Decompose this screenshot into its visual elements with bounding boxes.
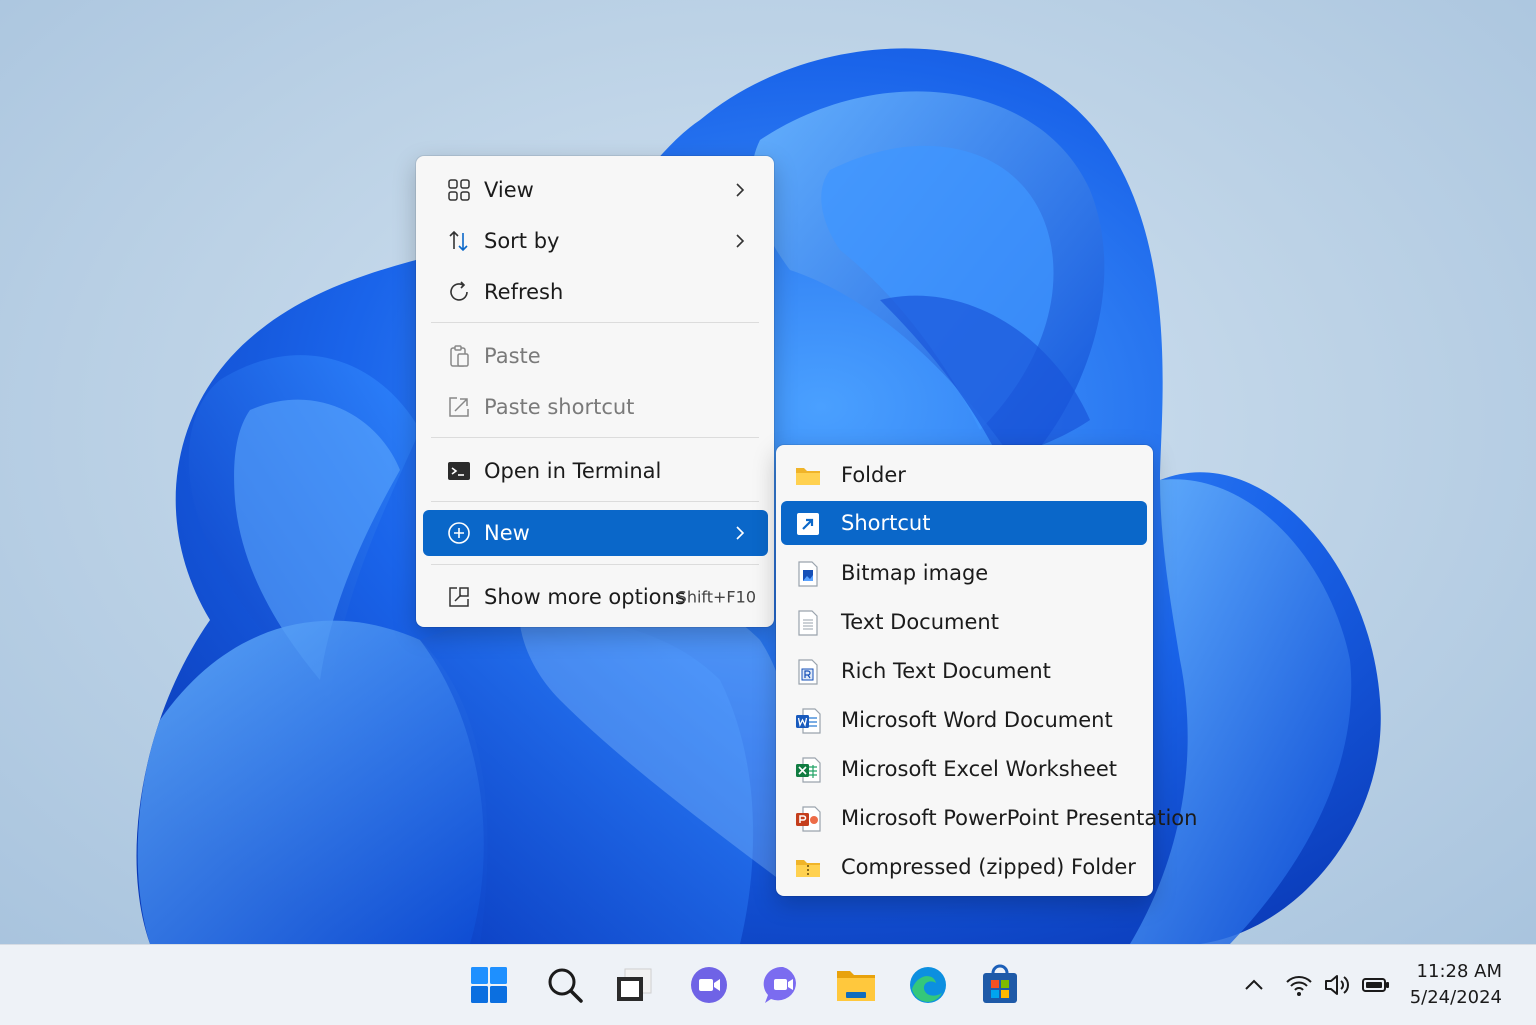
submenu-item-powerpoint-presentation[interactable]: Microsoft PowerPoint Presentation <box>781 796 1197 840</box>
menu-item-paste-shortcut[interactable]: Paste shortcut <box>423 384 768 430</box>
submenu-item-excel-worksheet[interactable]: Microsoft Excel Worksheet <box>781 747 1147 791</box>
chat-icon[interactable] <box>761 963 805 1007</box>
menu-separator <box>431 501 759 502</box>
folder-icon <box>796 468 820 485</box>
task-view-icon[interactable] <box>611 963 655 1007</box>
file-explorer-icon[interactable] <box>834 963 878 1007</box>
chevron-right-icon <box>736 183 745 197</box>
keyboard-shortcut: Shift+F10 <box>676 587 756 607</box>
terminal-icon <box>448 462 470 480</box>
word-icon <box>796 708 821 734</box>
paste-shortcut-icon <box>449 397 469 417</box>
view-grid-icon <box>448 179 470 201</box>
submenu-item-label: Bitmap image <box>841 561 989 585</box>
submenu-item-text-document[interactable]: Text Document <box>781 600 1147 644</box>
chevron-right-icon <box>736 234 745 248</box>
volume-icon[interactable] <box>1323 971 1351 999</box>
menu-item-view[interactable]: View <box>423 167 768 213</box>
submenu-item-label: Rich Text Document <box>841 659 1051 683</box>
menu-item-refresh[interactable]: Refresh <box>423 269 768 315</box>
search-icon[interactable] <box>543 963 587 1007</box>
submenu-item-label: Compressed (zipped) Folder <box>841 855 1136 879</box>
zip-folder-icon <box>796 860 820 877</box>
start-icon[interactable] <box>467 963 511 1007</box>
paste-icon <box>450 345 469 367</box>
wifi-icon[interactable] <box>1285 971 1313 999</box>
taskbar: 11:28 AM 5/24/2024 <box>0 944 1536 1025</box>
text-document-icon <box>798 610 818 636</box>
rich-text-icon <box>798 659 818 685</box>
menu-item-label: View <box>484 178 534 202</box>
menu-item-sort-by[interactable]: Sort by <box>423 218 768 264</box>
menu-item-show-more-options[interactable]: Show more options Shift+F10 <box>423 574 768 620</box>
submenu-item-word-document[interactable]: Microsoft Word Document <box>781 698 1147 742</box>
shortcut-icon <box>797 513 819 535</box>
battery-icon[interactable] <box>1362 971 1390 999</box>
menu-item-label: Sort by <box>484 229 560 253</box>
menu-item-label: Open in Terminal <box>484 459 662 483</box>
submenu-item-shortcut[interactable]: Shortcut <box>781 501 1147 545</box>
clock-date[interactable]: 5/24/2024 <box>1410 987 1502 1008</box>
menu-item-label: Refresh <box>484 280 564 304</box>
powerpoint-icon <box>796 806 821 832</box>
excel-icon <box>796 757 821 783</box>
chevron-right-icon <box>736 526 745 540</box>
chevron-up-icon[interactable] <box>1240 971 1268 999</box>
submenu-item-label: Microsoft PowerPoint Presentation <box>841 806 1198 830</box>
menu-separator <box>431 564 759 565</box>
sort-icon <box>449 230 468 252</box>
more-options-icon <box>449 587 469 607</box>
submenu-item-label: Shortcut <box>841 511 931 535</box>
store-icon[interactable] <box>978 963 1022 1007</box>
bitmap-icon <box>798 561 818 587</box>
submenu-item-label: Folder <box>841 463 906 487</box>
menu-separator <box>431 322 759 323</box>
clock-time[interactable]: 11:28 AM <box>1417 961 1502 982</box>
desktop[interactable]: View Sort by Refresh Paste Paste shortcu… <box>0 0 1536 944</box>
submenu-item-rich-text-document[interactable]: Rich Text Document <box>781 649 1147 693</box>
submenu-item-label: Microsoft Word Document <box>841 708 1113 732</box>
submenu-item-label: Microsoft Excel Worksheet <box>841 757 1118 781</box>
teams-icon[interactable] <box>687 963 731 1007</box>
menu-item-label: Show more options <box>484 585 686 609</box>
submenu-item-folder[interactable]: Folder <box>781 453 1147 497</box>
submenu-item-label: Text Document <box>841 610 999 634</box>
menu-item-open-in-terminal[interactable]: Open in Terminal <box>423 448 768 494</box>
new-submenu: Folder Shortcut Bitmap image Text Docume… <box>776 445 1197 896</box>
menu-item-label: Paste <box>484 344 541 368</box>
menu-item-label: New <box>484 521 530 545</box>
new-plus-icon <box>448 522 470 544</box>
desktop-context-menu: View Sort by Refresh Paste Paste shortcu… <box>416 156 774 627</box>
menu-item-label: Paste shortcut <box>484 395 635 419</box>
submenu-item-compressed-folder[interactable]: Compressed (zipped) Folder <box>781 845 1147 889</box>
menu-separator <box>431 437 759 438</box>
refresh-icon <box>450 281 468 301</box>
edge-icon[interactable] <box>906 963 950 1007</box>
submenu-item-bitmap-image[interactable]: Bitmap image <box>781 551 1147 595</box>
menu-item-new[interactable]: New <box>423 510 768 556</box>
menu-item-paste[interactable]: Paste <box>423 333 768 379</box>
